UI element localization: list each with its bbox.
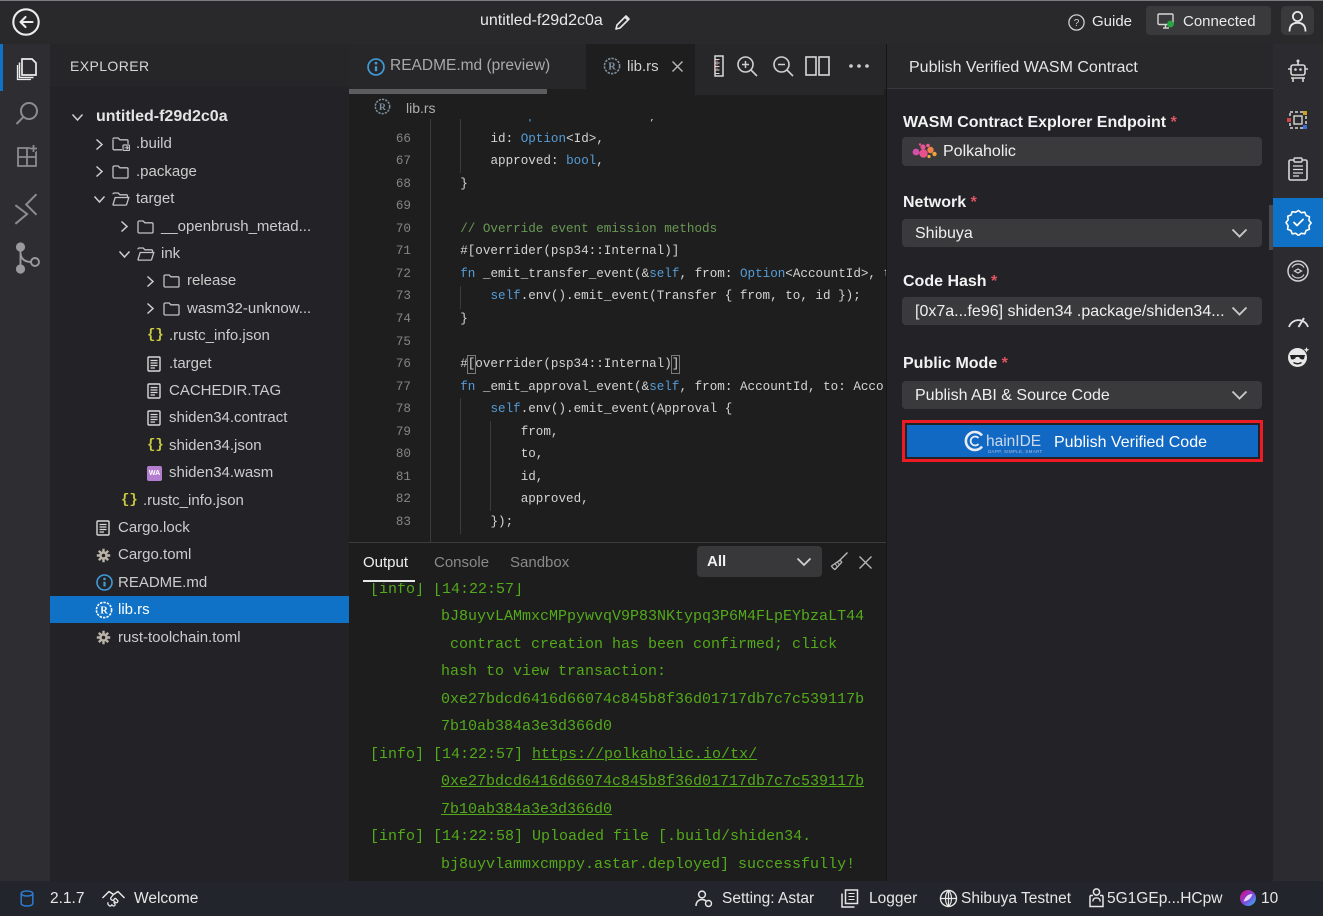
svg-text:R: R [379, 102, 387, 113]
svg-text:R: R [608, 62, 616, 73]
svg-text:R: R [100, 606, 108, 617]
svg-text:?: ? [1074, 18, 1080, 29]
